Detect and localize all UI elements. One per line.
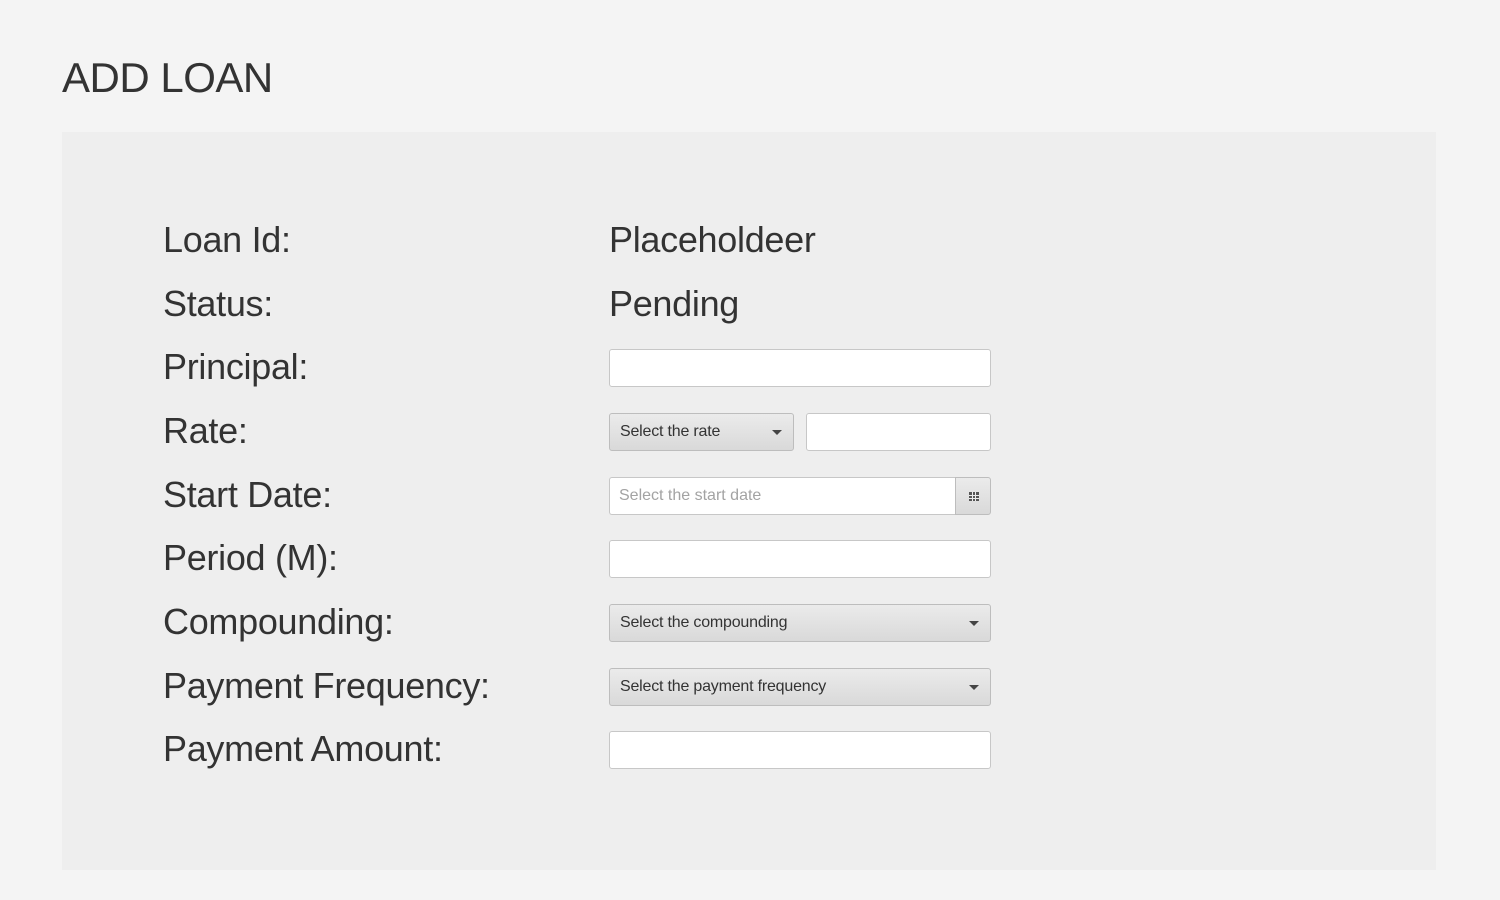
page-title: ADD LOAN [62, 54, 273, 101]
principal-label: Principal: [163, 346, 309, 387]
payment-frequency-row: Payment Frequency: Select the payment fr… [62, 666, 1436, 706]
payment-frequency-select-text: Select the payment frequency [620, 678, 827, 695]
period-label: Period (M): [163, 537, 338, 578]
payment-amount-input[interactable] [609, 731, 991, 769]
payment-amount-row: Payment Amount: [62, 729, 1436, 769]
period-input[interactable] [609, 540, 991, 578]
rate-row: Rate: Select the rate [62, 411, 1436, 451]
principal-row: Principal: [62, 347, 1436, 387]
payment-frequency-select[interactable]: Select the payment frequency [609, 668, 991, 706]
compounding-select[interactable]: Select the compounding [609, 604, 991, 642]
rate-label: Rate: [163, 410, 248, 451]
start-date-label: Start Date: [163, 474, 332, 515]
calendar-button[interactable] [955, 477, 991, 515]
rate-select-text: Select the rate [620, 423, 721, 440]
period-row: Period (M): [62, 538, 1436, 578]
chevron-down-icon [969, 621, 979, 626]
payment-frequency-label: Payment Frequency: [163, 665, 490, 706]
calendar-icon [969, 492, 979, 501]
start-date-row: Start Date: [62, 475, 1436, 515]
principal-input[interactable] [609, 349, 991, 387]
chevron-down-icon [772, 430, 782, 435]
start-date-input[interactable] [609, 477, 956, 515]
rate-select[interactable]: Select the rate [609, 413, 794, 451]
payment-amount-label: Payment Amount: [163, 728, 443, 769]
start-date-picker [609, 477, 991, 515]
loan-id-row: Loan Id: Placeholdeer [62, 220, 1436, 260]
add-loan-form: Loan Id: Placeholdeer Status: Pending Pr… [62, 132, 1436, 870]
loan-id-label: Loan Id: [163, 219, 291, 260]
compounding-label: Compounding: [163, 601, 394, 642]
loan-id-value: Placeholdeer [609, 219, 816, 260]
compounding-select-text: Select the compounding [620, 614, 788, 631]
rate-input[interactable] [806, 413, 991, 451]
compounding-row: Compounding: Select the compounding [62, 602, 1436, 642]
status-value: Pending [609, 283, 740, 324]
status-row: Status: Pending [62, 284, 1436, 324]
status-label: Status: [163, 283, 273, 324]
chevron-down-icon [969, 685, 979, 690]
